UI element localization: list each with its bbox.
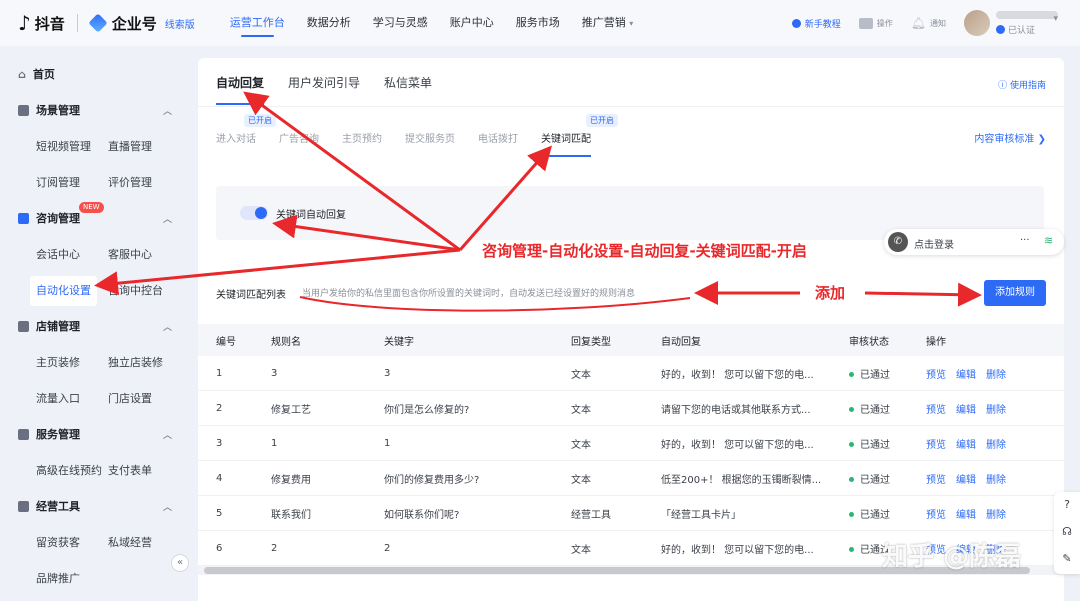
arrow-to-keyword-subtab: [458, 145, 552, 251]
annotation-path-note: 咨询管理-自动化设置-自动回复-关键词匹配-开启: [482, 242, 807, 260]
watermark: 知乎 @陈磊: [882, 542, 1022, 572]
annotation-add-note: 添加: [815, 284, 846, 302]
arrow-to-toggle: [272, 214, 461, 252]
arrow-to-auto-reply-tab: [243, 91, 461, 252]
arrow-to-add-button: [864, 282, 982, 307]
arrow-to-automation-settings: [94, 248, 461, 296]
annotation-arrows: [94, 91, 982, 312]
underline-annotation: [299, 296, 691, 312]
